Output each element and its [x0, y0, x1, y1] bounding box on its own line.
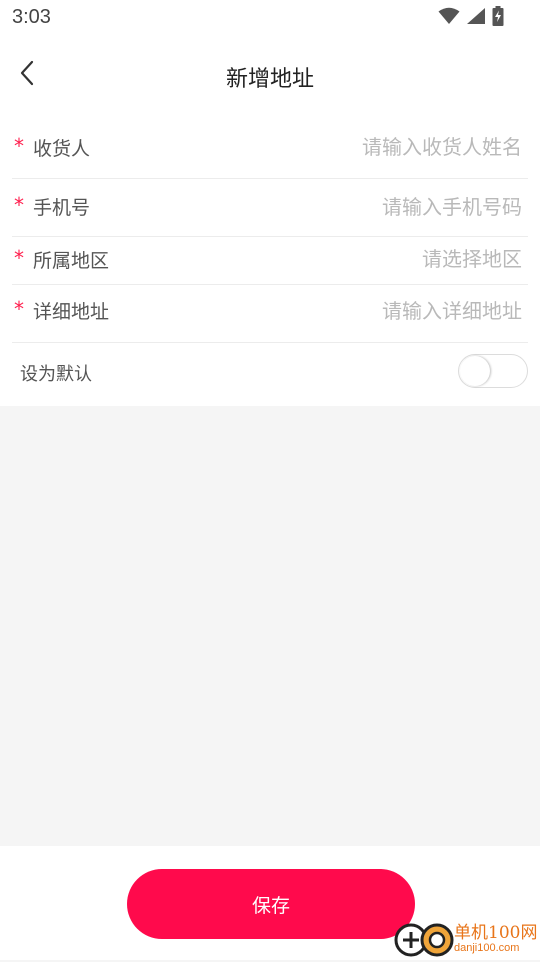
recipient-label: 收货人	[33, 138, 91, 160]
toggle-knob	[460, 356, 490, 386]
default-label: 设为默认	[20, 364, 92, 385]
status-time: 3:03	[12, 6, 51, 28]
default-toggle[interactable]	[458, 354, 528, 388]
phone-label: 手机号	[33, 197, 91, 219]
watermark-title: 单机100网	[454, 923, 538, 943]
battery-charging-icon	[492, 6, 504, 30]
required-mark: *	[14, 297, 24, 321]
watermark-logo-icon	[394, 920, 454, 958]
address-input[interactable]	[222, 299, 522, 323]
address-form: * 收货人 * 手机号 * 所属地区 * 详细地址 设为默认	[0, 116, 540, 406]
header-bar: 新增地址	[0, 36, 540, 116]
recipient-row: * 收货人	[12, 116, 528, 179]
save-button[interactable]: 保存	[127, 869, 415, 939]
watermark: 单机100网 danji100.com	[392, 918, 540, 960]
watermark-url: danji100.com	[454, 942, 520, 954]
page-title: 新增地址	[225, 67, 314, 92]
wifi-icon	[438, 7, 460, 29]
address-label: 详细地址	[33, 301, 110, 323]
status-bar: 3:03	[0, 0, 540, 36]
required-mark: *	[14, 134, 24, 158]
address-row: * 详细地址	[12, 285, 528, 343]
required-mark: *	[14, 246, 24, 270]
phone-row: * 手机号	[12, 179, 528, 237]
status-icons	[438, 6, 504, 30]
phone-input[interactable]	[222, 195, 522, 219]
region-select[interactable]	[222, 247, 522, 271]
recipient-input[interactable]	[222, 135, 522, 159]
signal-icon	[466, 7, 486, 29]
region-label: 所属地区	[33, 250, 110, 272]
required-mark: *	[14, 193, 24, 217]
default-row: 设为默认	[12, 343, 528, 406]
region-row[interactable]: * 所属地区	[12, 237, 528, 285]
